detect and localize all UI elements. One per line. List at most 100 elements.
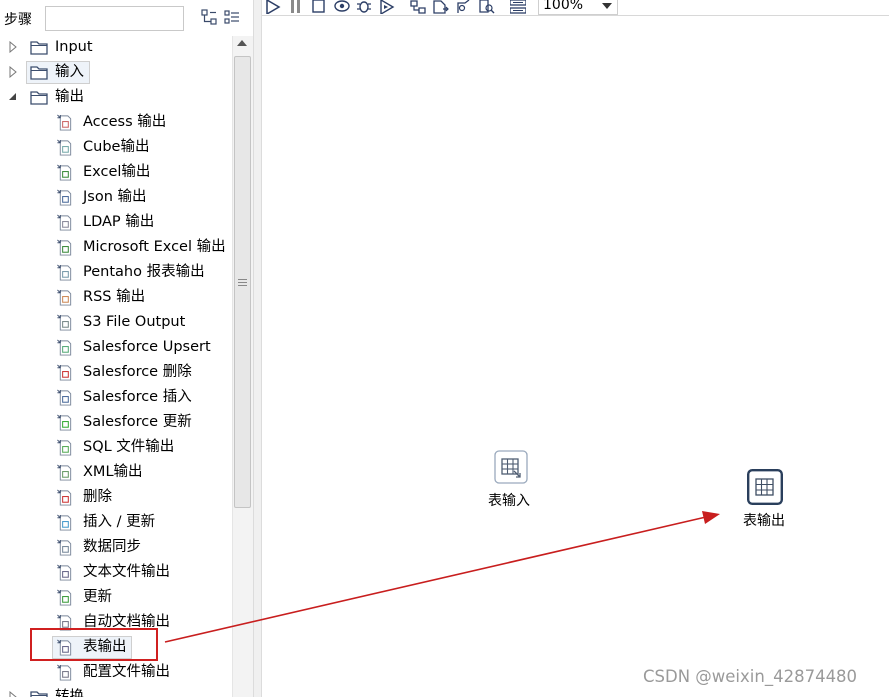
tree-scrollbar[interactable] — [232, 36, 253, 697]
tree-item-label: Salesforce 插入 — [83, 389, 192, 405]
tree-step-item[interactable]: LDAP 输出 — [0, 210, 232, 235]
tree-folder-2[interactable]: 输出 — [0, 85, 232, 110]
canvas-toolbar: 100% — [262, 0, 889, 16]
sql-file-output-icon — [57, 439, 72, 456]
tree-step-item[interactable]: 配置文件输出 — [0, 660, 232, 685]
verify-icon[interactable] — [410, 0, 426, 14]
json-output-icon — [57, 189, 72, 206]
ldap-output-icon — [57, 214, 72, 231]
xml-output-icon — [57, 464, 72, 481]
tree-step-item[interactable]: 文本文件输出 — [0, 560, 232, 585]
tree-step-item[interactable]: S3 File Output — [0, 310, 232, 335]
show-results-icon[interactable] — [510, 0, 526, 14]
expand-all-icon[interactable] — [224, 9, 240, 25]
tree-step-item[interactable]: 更新 — [0, 585, 232, 610]
steps-search-input[interactable] — [45, 6, 184, 31]
tree-item-label: Microsoft Excel 输出 — [83, 239, 226, 255]
stop-icon[interactable] — [311, 0, 327, 14]
steps-panel: 步骤 Input 输入输出 Access 输出 Cube输出 Excel输出 Json 输… — [0, 0, 253, 697]
folder-icon — [30, 66, 48, 80]
tree-collapsed-arrow-icon[interactable] — [8, 41, 18, 53]
s3-output-icon — [57, 314, 72, 331]
insert-update-icon — [57, 514, 72, 531]
excel-output-icon — [57, 164, 72, 181]
tree-item-label: Pentaho 报表输出 — [83, 264, 205, 280]
tree-step-item[interactable]: 删除 — [0, 485, 232, 510]
cube-output-icon — [57, 139, 72, 156]
scroll-thumb[interactable] — [234, 56, 251, 508]
tree-collapsed-arrow-icon[interactable] — [8, 691, 18, 697]
tree-folder-3[interactable]: 转换 — [0, 685, 232, 697]
salesforce-delete-icon — [57, 364, 72, 381]
tree-step-item[interactable]: 插入 / 更新 — [0, 510, 232, 535]
watermark: CSDN @weixin_42874480 — [643, 667, 858, 686]
tree-step-item[interactable]: Pentaho 报表输出 — [0, 260, 232, 285]
annotation-highlight-box — [30, 628, 158, 661]
scroll-grip-icon — [238, 279, 247, 286]
run-icon[interactable] — [265, 0, 281, 14]
tree-step-item[interactable]: Excel输出 — [0, 160, 232, 185]
steps-panel-title: 步骤 — [4, 12, 32, 28]
panel-splitter[interactable] — [253, 0, 262, 697]
tree-item-label: Salesforce 更新 — [83, 414, 192, 430]
tree-step-item[interactable]: Json 输出 — [0, 185, 232, 210]
tree-item-label: 输入 — [55, 64, 84, 80]
tree-item-label: 文本文件输出 — [83, 564, 170, 580]
explore-db-icon[interactable] — [479, 0, 495, 14]
steps-panel-header: 步骤 — [0, 0, 253, 36]
chevron-down-icon[interactable] — [602, 3, 612, 9]
tree-item-label: SQL 文件输出 — [83, 439, 175, 455]
folder-icon — [30, 91, 48, 105]
tree-step-item[interactable]: RSS 输出 — [0, 285, 232, 310]
transformation-canvas[interactable]: 100% 表输入 表输出 — [262, 0, 889, 697]
tree-expanded-arrow-icon[interactable] — [8, 91, 18, 103]
delete-icon — [57, 489, 72, 506]
preview-icon[interactable] — [334, 0, 350, 14]
data-sync-icon — [57, 539, 72, 556]
tree-folder-1[interactable]: 输入 — [0, 60, 232, 85]
sql-icon[interactable] — [456, 0, 472, 14]
zoom-select[interactable]: 100% — [538, 0, 618, 15]
tree-step-item[interactable]: Salesforce 插入 — [0, 385, 232, 410]
text-file-output-icon — [57, 564, 72, 581]
ms-excel-output-icon — [57, 239, 72, 256]
tree-item-label: Cube输出 — [83, 139, 150, 155]
collapse-all-icon[interactable] — [201, 9, 217, 25]
tree-item-label: 配置文件输出 — [83, 664, 170, 680]
app-window: 步骤 Input 输入输出 Access 输出 Cube输出 Excel输出 Json 输… — [0, 0, 889, 697]
tree-item-label: XML输出 — [83, 464, 143, 480]
tree-step-item[interactable]: Salesforce 删除 — [0, 360, 232, 385]
tree-step-item[interactable]: SQL 文件输出 — [0, 435, 232, 460]
zoom-value: 100% — [543, 0, 584, 13]
tree-item-label: 数据同步 — [83, 539, 141, 555]
tree-collapsed-arrow-icon[interactable] — [8, 66, 18, 78]
tree-step-item[interactable]: 数据同步 — [0, 535, 232, 560]
canvas-step-table-input[interactable] — [494, 450, 528, 484]
tree-item-label: 插入 / 更新 — [83, 514, 156, 530]
tree-step-item[interactable]: Salesforce Upsert — [0, 335, 232, 360]
pentaho-report-icon — [57, 264, 72, 281]
tree-step-item[interactable]: Cube输出 — [0, 135, 232, 160]
tree-step-item[interactable]: Microsoft Excel 输出 — [0, 235, 232, 260]
update-icon — [57, 589, 72, 606]
folder-icon — [30, 691, 48, 697]
impact-icon[interactable] — [433, 0, 449, 14]
scroll-up-arrow-icon[interactable] — [237, 40, 247, 46]
access-output-icon — [57, 114, 72, 131]
salesforce-insert-icon — [57, 389, 72, 406]
canvas-step-table-output[interactable] — [747, 469, 783, 505]
pause-icon[interactable] — [288, 0, 304, 14]
config-file-output-icon — [57, 664, 72, 681]
tree-item-label: Access 输出 — [83, 114, 167, 130]
tree-step-item[interactable]: Access 输出 — [0, 110, 232, 135]
tree-item-label: Input — [55, 39, 93, 55]
tree-item-label: Salesforce Upsert — [83, 339, 211, 355]
replay-icon[interactable] — [379, 0, 395, 14]
tree-step-item[interactable]: Salesforce 更新 — [0, 410, 232, 435]
tree-item-label: RSS 输出 — [83, 289, 146, 305]
tree-folder-0[interactable]: Input — [0, 35, 232, 60]
tree-item-label: LDAP 输出 — [83, 214, 155, 230]
tree-item-label: Json 输出 — [83, 189, 147, 205]
tree-step-item[interactable]: XML输出 — [0, 460, 232, 485]
debug-icon[interactable] — [356, 0, 372, 14]
